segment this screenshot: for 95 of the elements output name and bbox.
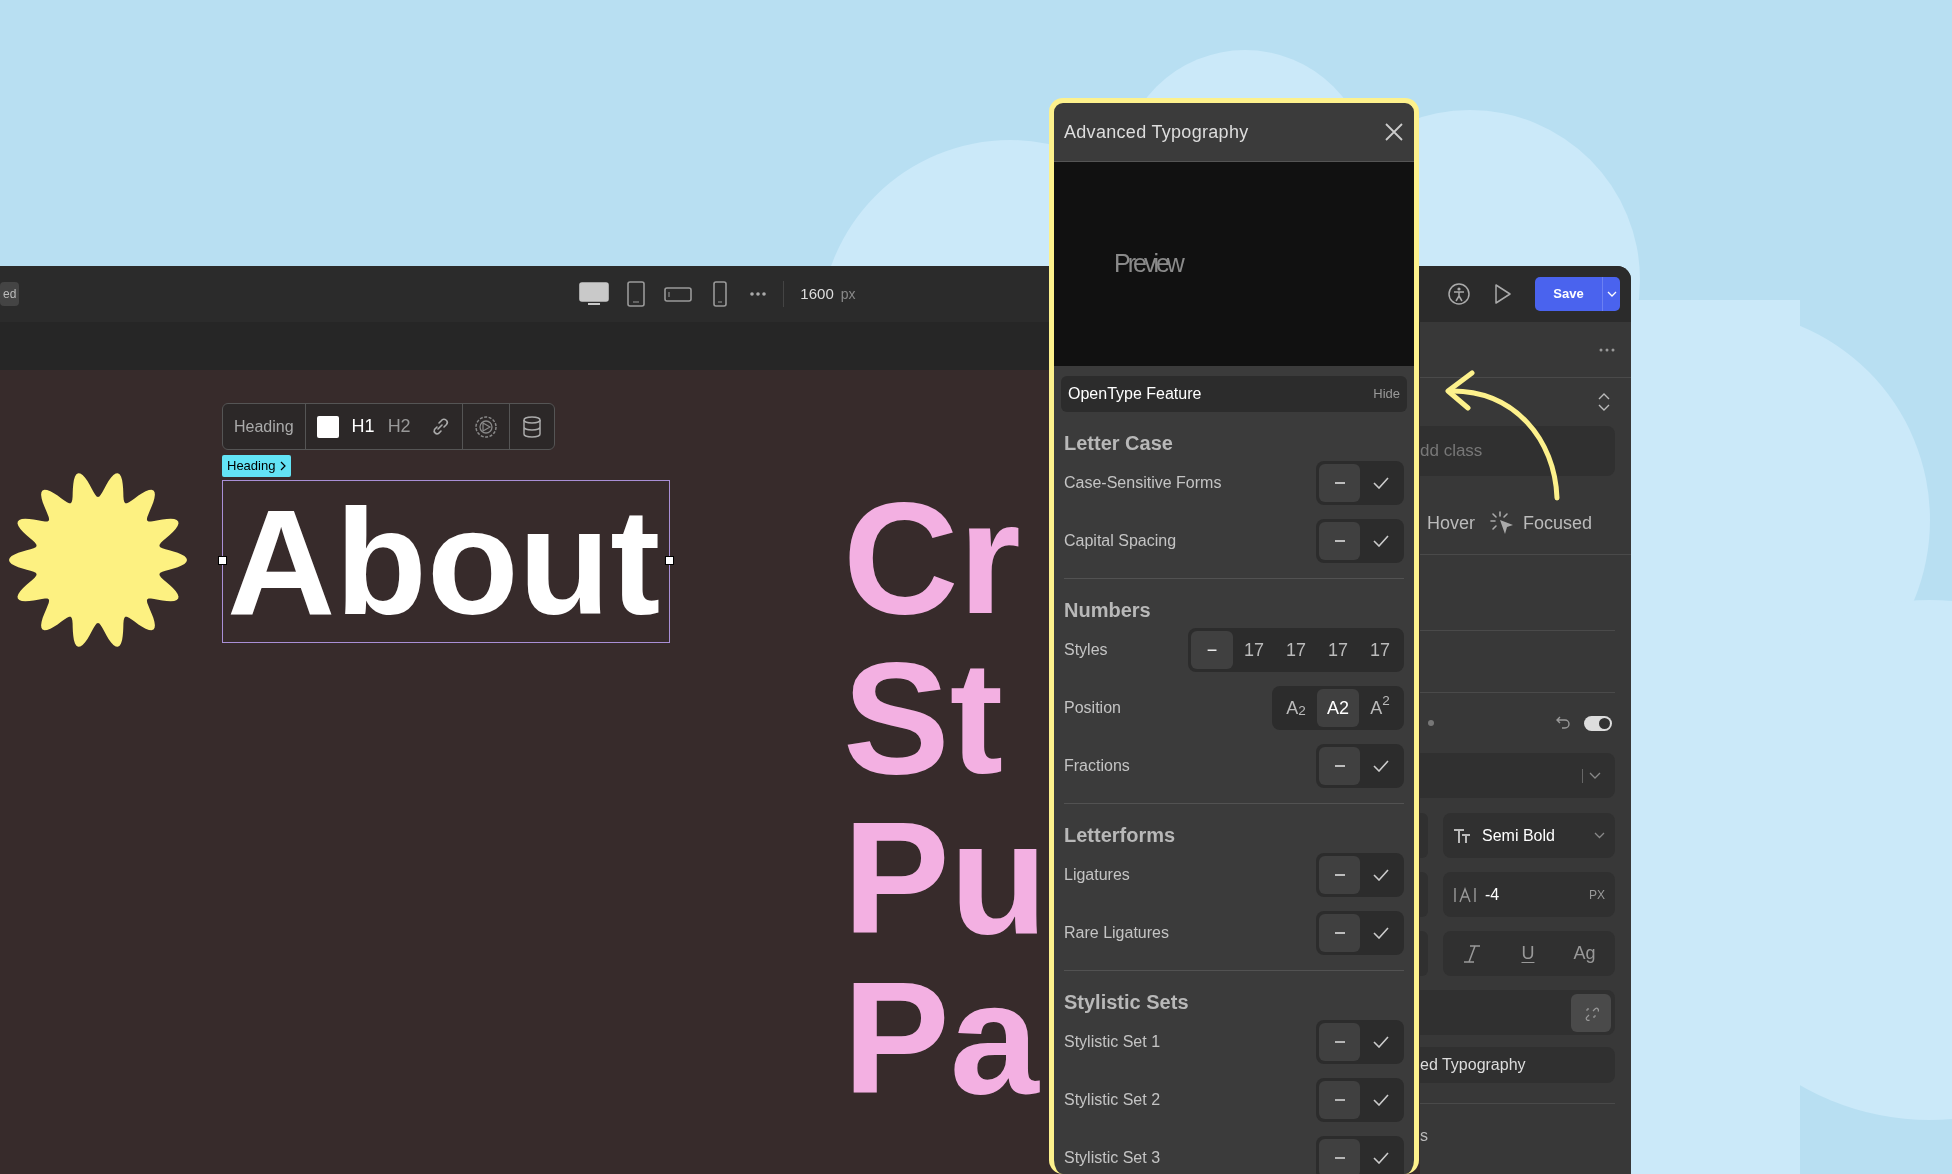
text-case-button[interactable]: Ag xyxy=(1573,940,1596,967)
section-title: Letterforms xyxy=(1064,824,1176,846)
minus-icon xyxy=(1333,873,1346,877)
minus-icon xyxy=(1333,1098,1346,1102)
font-weight-value: Semi Bold xyxy=(1482,825,1555,846)
minus-icon xyxy=(1333,764,1346,768)
input-field[interactable] xyxy=(1420,813,1428,858)
resize-handle[interactable] xyxy=(218,556,227,565)
save-button[interactable]: Save xyxy=(1535,277,1602,311)
toggle-switch[interactable] xyxy=(1584,715,1612,731)
check-icon xyxy=(1372,1152,1389,1164)
headline-text: Pa xyxy=(843,958,1039,1118)
state-option[interactable]: Focused xyxy=(1523,509,1593,537)
more-icon[interactable] xyxy=(749,291,768,297)
minus-icon xyxy=(1333,931,1346,935)
feature-label: Stylistic Set 1 xyxy=(1064,1032,1161,1052)
minus-icon xyxy=(1333,1040,1346,1044)
color-swatch[interactable] xyxy=(316,415,339,438)
database-icon[interactable] xyxy=(520,414,543,439)
chevron-down-icon xyxy=(1589,772,1601,779)
segment-button[interactable]: 17 xyxy=(1233,631,1275,669)
segment-button[interactable]: 17 xyxy=(1359,631,1401,669)
check-icon xyxy=(1372,927,1389,939)
sparkle-cursor-icon xyxy=(1489,510,1515,536)
feature-label: Stylistic Set 2 xyxy=(1064,1090,1161,1110)
unlink-button[interactable] xyxy=(1571,993,1611,1032)
feature-label: Styles xyxy=(1064,640,1108,660)
feature-label: Fractions xyxy=(1064,756,1130,776)
resize-handle[interactable] xyxy=(665,556,674,565)
check-icon xyxy=(1372,1036,1389,1048)
minus-icon xyxy=(1333,539,1346,543)
undo-icon[interactable] xyxy=(1555,715,1571,731)
dropdown-field[interactable] xyxy=(1420,753,1615,798)
check-icon xyxy=(1372,869,1389,881)
segment-button[interactable]: 17 xyxy=(1317,631,1359,669)
letter-spacing-field[interactable]: -4 PX xyxy=(1443,872,1615,917)
panel-title: Advanced Typography xyxy=(1064,120,1249,144)
chevron-up-down-icon[interactable] xyxy=(1598,393,1610,411)
desktop-device-icon[interactable] xyxy=(579,281,610,307)
headline-text: Cr xyxy=(843,478,1021,638)
element-badge-label: Heading xyxy=(227,457,276,476)
headline-text: Pu xyxy=(843,798,1048,958)
segment-button[interactable]: A$^{2}$ xyxy=(1359,689,1401,727)
state-option[interactable]: Hover xyxy=(1427,509,1475,537)
segment-button[interactable]: 17 xyxy=(1275,631,1317,669)
unit-label: PX xyxy=(1589,886,1605,904)
font-weight-select[interactable]: Semi Bold xyxy=(1443,813,1615,858)
check-icon xyxy=(1372,1094,1389,1106)
heading-text: About xyxy=(227,487,661,637)
status-chip: ed xyxy=(0,282,20,306)
element-badge[interactable]: Heading xyxy=(222,455,292,477)
close-icon[interactable] xyxy=(1384,122,1404,142)
feature-label: Stylistic Set 3 xyxy=(1064,1148,1161,1168)
letter-spacing-icon xyxy=(1453,886,1477,903)
segment-button[interactable]: − xyxy=(1191,631,1233,669)
feature-header-title: OpenType Feature xyxy=(1068,384,1202,404)
font-size-icon xyxy=(1453,827,1471,844)
check-icon xyxy=(1372,477,1389,489)
width-value: 1600 xyxy=(800,283,834,304)
feature-label: Rare Ligatures xyxy=(1064,923,1169,943)
accessibility-icon[interactable] xyxy=(1447,282,1471,306)
chevron-right-icon xyxy=(280,461,287,471)
chevron-down-icon xyxy=(1606,291,1617,297)
segment-button[interactable]: A2 xyxy=(1317,689,1359,727)
italic-icon[interactable] xyxy=(1462,943,1483,964)
input-field[interactable] xyxy=(1420,931,1428,976)
input-field[interactable] xyxy=(1420,990,1615,1035)
heading-level-button[interactable]: H2 xyxy=(387,413,411,440)
underline-button[interactable]: U xyxy=(1521,940,1535,967)
letter-spacing-value: -4 xyxy=(1485,884,1500,905)
feature-label: Position xyxy=(1064,698,1121,718)
minus-icon xyxy=(1333,1156,1346,1160)
class-input[interactable]: dd class xyxy=(1420,426,1615,476)
headline-text: St xyxy=(843,638,1003,798)
heading-level-button[interactable]: H1 xyxy=(351,413,375,440)
hide-button[interactable]: Hide xyxy=(1373,384,1400,404)
typography-button[interactable]: ed Typography xyxy=(1420,1047,1615,1083)
chevron-down-icon xyxy=(1594,832,1605,839)
minus-icon xyxy=(1333,481,1346,485)
preview-text: Preview xyxy=(1114,248,1182,280)
check-icon xyxy=(1372,535,1389,547)
input-field[interactable] xyxy=(1420,872,1428,917)
element-type-label: Heading xyxy=(233,416,295,437)
feature-label: Case-Sensitive Forms xyxy=(1064,473,1222,493)
save-options-button[interactable] xyxy=(1602,277,1620,311)
feature-label: Ligatures xyxy=(1064,865,1130,885)
segment-button[interactable]: A$_{2}$ xyxy=(1275,689,1317,727)
check-icon xyxy=(1372,760,1389,772)
width-unit: px xyxy=(840,284,856,304)
section-title: Stylistic Sets xyxy=(1064,991,1189,1013)
section-label: s xyxy=(1420,1126,1428,1146)
feature-label: Capital Spacing xyxy=(1064,531,1177,551)
section-title: Letter Case xyxy=(1064,432,1173,454)
section-title: Numbers xyxy=(1064,599,1151,621)
more-icon[interactable] xyxy=(1599,347,1615,352)
